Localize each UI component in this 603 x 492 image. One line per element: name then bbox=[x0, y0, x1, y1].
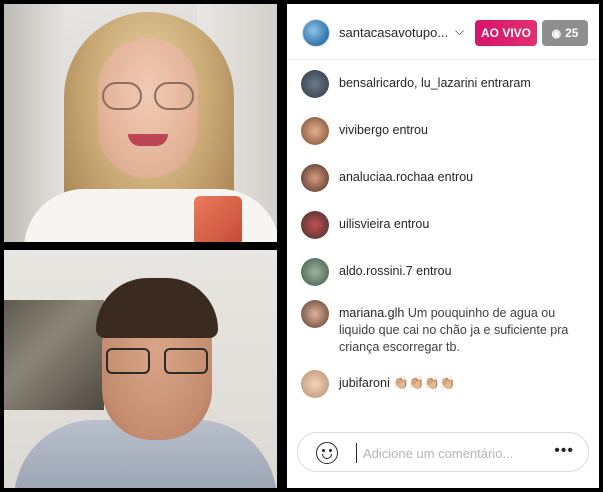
video-tile-host bbox=[4, 4, 277, 242]
viewer-count-badge[interactable]: ◉ 25 bbox=[542, 20, 588, 46]
person-glasses bbox=[102, 82, 194, 112]
comment-item: jubifaroni 👏🏼👏🏼👏🏼👏🏼 bbox=[301, 370, 591, 398]
avatar[interactable] bbox=[301, 370, 329, 398]
viewer-count: 25 bbox=[565, 26, 579, 40]
avatar[interactable] bbox=[301, 164, 329, 192]
avatar[interactable] bbox=[301, 300, 329, 328]
comment-username[interactable]: uilisvieira entrou bbox=[339, 217, 429, 231]
comment-item: uilisvieira entrou bbox=[301, 211, 591, 239]
comment-username[interactable]: bensalricardo, lu_lazarini entraram bbox=[339, 76, 531, 90]
avatar[interactable] bbox=[301, 211, 329, 239]
comment-item: bensalricardo, lu_lazarini entraram bbox=[301, 70, 591, 98]
comment-item: mariana.glh Um pouquinho de agua ou liqu… bbox=[301, 300, 591, 356]
host-avatar[interactable] bbox=[302, 19, 330, 47]
host-username[interactable]: santacasavotupo... bbox=[339, 25, 457, 40]
live-chat-panel: santacasavotupo... ⌵ AO VIVO ◉ 25 bensalr… bbox=[287, 4, 599, 488]
comment-list[interactable]: bensalricardo, lu_lazarini entraram vivi… bbox=[287, 60, 599, 420]
comment-username[interactable]: analuciaa.rochaa entrou bbox=[339, 170, 473, 184]
comment-item: aldo.rossini.7 entrou bbox=[301, 258, 591, 286]
chevron-down-icon[interactable]: ⌵ bbox=[455, 24, 464, 39]
comment-text: 👏🏼👏🏼👏🏼👏🏼 bbox=[393, 376, 456, 390]
comment-item: vivibergo entrou bbox=[301, 117, 591, 145]
comment-item: analuciaa.rochaa entrou bbox=[301, 164, 591, 192]
comment-username[interactable]: mariana.glh bbox=[339, 306, 404, 320]
comment-composer: ••• bbox=[297, 432, 589, 472]
comment-username[interactable]: aldo.rossini.7 entrou bbox=[339, 264, 452, 278]
live-badge: AO VIVO bbox=[475, 20, 537, 46]
avatar[interactable] bbox=[301, 117, 329, 145]
person-mouth bbox=[128, 134, 168, 146]
eye-icon: ◉ bbox=[551, 28, 562, 40]
avatar[interactable] bbox=[301, 258, 329, 286]
comment-username[interactable]: vivibergo entrou bbox=[339, 123, 428, 137]
person-glasses bbox=[106, 348, 208, 376]
comment-username[interactable]: jubifaroni bbox=[339, 376, 390, 390]
person-hair bbox=[96, 278, 218, 338]
emoji-icon[interactable] bbox=[316, 442, 338, 464]
video-tile-guest bbox=[4, 250, 277, 488]
comment-input[interactable] bbox=[356, 443, 546, 463]
live-header: santacasavotupo... ⌵ AO VIVO ◉ 25 bbox=[287, 4, 599, 60]
avatar[interactable] bbox=[301, 70, 329, 98]
person-scarf bbox=[194, 196, 242, 242]
wall-painting bbox=[4, 300, 104, 410]
more-options-icon[interactable]: ••• bbox=[554, 442, 574, 460]
